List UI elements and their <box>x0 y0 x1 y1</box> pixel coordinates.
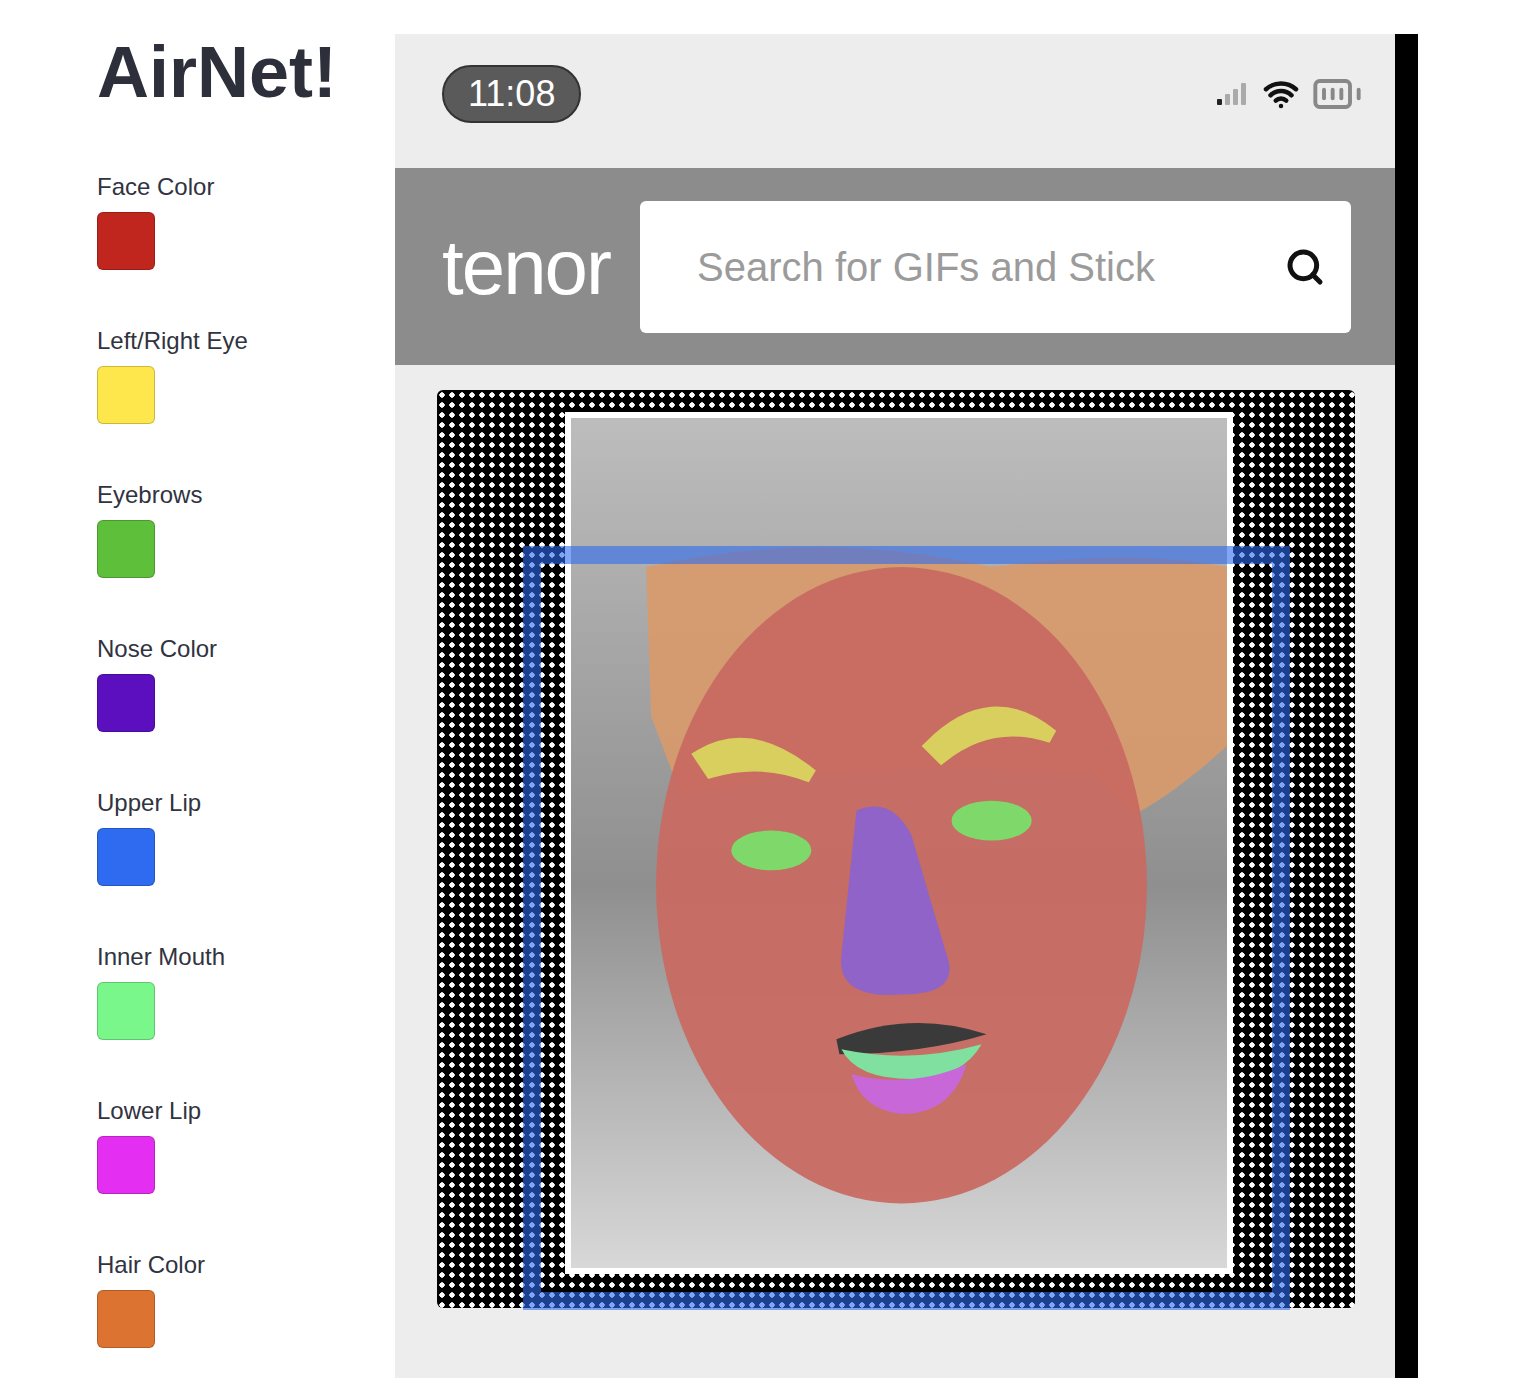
legend-label: Upper Lip <box>97 788 395 818</box>
legend-label: Lower Lip <box>97 1096 395 1126</box>
color-swatch[interactable] <box>97 1290 155 1348</box>
legend-item: Upper Lip <box>97 788 395 886</box>
tenor-logo: tenor <box>442 228 610 306</box>
legend-item: Eyebrows <box>97 480 395 578</box>
tenor-header: tenor Search for GIFs and Stick <box>395 168 1395 365</box>
status-bar: 11:08 <box>395 34 1395 168</box>
signal-icon <box>1217 81 1251 107</box>
battery-icon <box>1311 68 1363 120</box>
legend-label: Left/Right Eye <box>97 326 395 356</box>
legend-label: Hair Color <box>97 1250 395 1280</box>
legend-item: Nose Color <box>97 634 395 732</box>
legend-label: Eyebrows <box>97 480 395 510</box>
legend-item: Left/Right Eye <box>97 326 395 424</box>
legend-label: Nose Color <box>97 634 395 664</box>
app: AirNet! Face Color Left/Right Eye Eyebrows N… <box>0 0 1516 1378</box>
search-field[interactable]: Search for GIFs and Stick <box>640 201 1351 333</box>
legend-item: Hair Color <box>97 1250 395 1348</box>
legend-label: Face Color <box>97 172 395 202</box>
color-swatch[interactable] <box>97 520 155 578</box>
color-swatch[interactable] <box>97 828 155 886</box>
face-bounding-box <box>523 546 1290 1310</box>
phone-screen: 11:08 tenor Search for GIFs and Stick <box>395 0 1418 1378</box>
legend-item: Lower Lip <box>97 1096 395 1194</box>
color-swatch[interactable] <box>97 674 155 732</box>
wifi-icon <box>1263 76 1299 112</box>
gif-area <box>395 365 1395 1378</box>
phone-edge <box>1395 34 1418 1378</box>
color-swatch[interactable] <box>97 982 155 1040</box>
legend-label: Inner Mouth <box>97 942 395 972</box>
time-pill: 11:08 <box>442 65 581 123</box>
legend-item: Inner Mouth <box>97 942 395 1040</box>
gif-frame[interactable] <box>437 390 1355 1308</box>
color-swatch[interactable] <box>97 366 155 424</box>
app-title: AirNet! <box>97 28 395 116</box>
search-icon[interactable] <box>1285 247 1325 287</box>
color-swatch[interactable] <box>97 212 155 270</box>
color-swatch[interactable] <box>97 1136 155 1194</box>
sidebar: AirNet! Face Color Left/Right Eye Eyebrows N… <box>0 0 395 1378</box>
legend-item: Face Color <box>97 172 395 270</box>
